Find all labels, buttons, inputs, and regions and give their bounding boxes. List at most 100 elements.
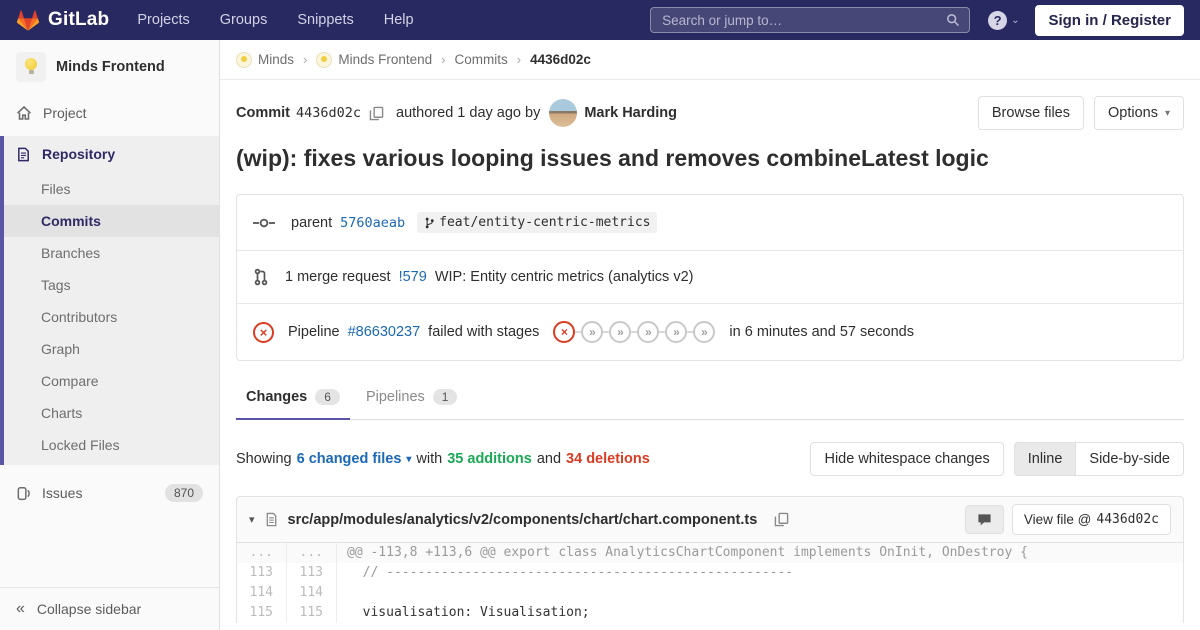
browse-files-button[interactable]: Browse files <box>977 96 1084 130</box>
pipeline-stage-skipped-icon[interactable]: » <box>581 321 604 343</box>
parent-label: parent <box>291 214 333 231</box>
branch-icon <box>424 216 435 230</box>
pipeline-stage-skipped-icon[interactable]: » <box>609 321 632 343</box>
tab-pipelines[interactable]: Pipelines 1 <box>356 387 468 420</box>
parent-sha-link[interactable]: 5760aeab <box>340 215 405 231</box>
diff-file-actions: View file @ 4436d02c <box>964 504 1171 535</box>
sidebar-item-branches[interactable]: Branches <box>4 237 219 269</box>
sidebar-item-project[interactable]: Project <box>0 96 219 130</box>
copy-sha-button[interactable] <box>367 104 386 123</box>
new-line-number[interactable]: 114 <box>287 583 337 603</box>
branch-badge[interactable]: feat/entity-centric-metrics <box>417 212 658 233</box>
help-dropdown[interactable]: ? ⌄ <box>988 10 1019 30</box>
sidebar-item-tags[interactable]: Tags <box>4 269 219 301</box>
pipeline-id-link[interactable]: #86630237 <box>348 324 421 340</box>
side-by-side-view-button[interactable]: Side-by-side <box>1075 442 1184 476</box>
chevron-down-icon: ▾ <box>406 453 412 465</box>
copy-icon <box>369 106 384 120</box>
search-box[interactable] <box>650 7 971 33</box>
code-text: visualisation: Visualisation; <box>347 605 590 620</box>
author-name[interactable]: Mark Harding <box>584 105 677 121</box>
sidebar-item-commits[interactable]: Commits <box>4 205 219 237</box>
hunk-header-text: @@ -113,8 +113,6 @@ export class Analyti… <box>347 545 1028 560</box>
diff-file-section: ▾ src/app/modules/analytics/v2/component… <box>236 496 1184 623</box>
old-line-number[interactable]: 114 <box>237 583 287 603</box>
commit-title: (wip): fixes various looping issues and … <box>236 145 989 171</box>
options-dropdown-button[interactable]: Options ▾ <box>1093 96 1184 130</box>
breadcrumb-separator: › <box>516 52 522 67</box>
view-file-button[interactable]: View file @ 4436d02c <box>1011 504 1171 535</box>
pipeline-duration: in 6 minutes and 57 seconds <box>729 324 914 340</box>
diff-line: 115 115 visualisation: Visualisation; <box>237 603 1183 623</box>
menu-projects[interactable]: Projects <box>137 12 189 28</box>
breadcrumb-minds[interactable]: Minds <box>236 51 295 68</box>
issues-count-badge: 870 <box>164 484 203 502</box>
parent-row: parent 5760aeab feat/entity-centric-metr… <box>237 195 1183 250</box>
breadcrumb-label: Commits <box>454 52 508 67</box>
sidebar-item-issues[interactable]: Issues 870 <box>0 471 219 515</box>
project-context-header[interactable]: Minds Frontend <box>0 40 219 96</box>
home-icon <box>16 105 32 121</box>
pipeline-stage-failed-icon[interactable]: × <box>553 321 576 343</box>
breadcrumb-separator: › <box>441 52 446 67</box>
sidebar-item-files[interactable]: Files <box>4 173 219 205</box>
merge-request-row: 1 merge request !579 WIP: Entity centric… <box>237 250 1183 303</box>
menu-help[interactable]: Help <box>384 12 414 28</box>
sidebar-item-locked-files[interactable]: Locked Files <box>4 429 219 461</box>
commit-sha: 4436d02c <box>295 105 362 121</box>
options-label: Options <box>1107 105 1158 121</box>
diff-file-path[interactable]: src/app/modules/analytics/v2/components/… <box>288 512 758 528</box>
sidebar-item-label: Issues <box>42 485 83 501</box>
sidebar-item-compare[interactable]: Compare <box>4 365 219 397</box>
mr-ref-link[interactable]: !579 <box>399 269 427 285</box>
old-line-number[interactable]: 113 <box>237 563 287 583</box>
authored-text: authored 1 day ago by <box>396 105 541 121</box>
commit-actions: Browse files Options ▾ <box>977 96 1184 130</box>
gitlab-logo[interactable]: GitLab <box>16 8 109 32</box>
inline-view-button[interactable]: Inline <box>1013 442 1076 476</box>
menu-groups[interactable]: Groups <box>220 12 268 28</box>
commit-tabs: Changes 6 Pipelines 1 <box>236 387 1184 420</box>
pipeline-mini-graph: × » » » » » <box>553 321 716 343</box>
collapse-file-caret-icon[interactable]: ▾ <box>249 513 255 526</box>
hide-whitespace-button[interactable]: Hide whitespace changes <box>810 442 1004 476</box>
file-icon <box>264 512 279 527</box>
chevron-down-icon: ▾ <box>1164 107 1170 119</box>
breadcrumb: Minds › Minds Frontend › Commits › 4436d… <box>220 40 1200 80</box>
tab-label: Changes <box>246 389 308 405</box>
author-avatar[interactable] <box>549 99 578 127</box>
issues-icon <box>16 486 31 501</box>
with-text: with <box>416 451 443 467</box>
copy-file-path-button[interactable] <box>772 510 791 529</box>
pipeline-stage-skipped-icon[interactable]: » <box>637 321 660 343</box>
sign-in-register-button[interactable]: Sign in / Register <box>1035 4 1184 36</box>
breadcrumb-minds-frontend[interactable]: Minds Frontend <box>316 51 433 68</box>
diff-stats: Showing 6 changed files ▾ with 35 additi… <box>236 451 650 467</box>
collapse-sidebar-button[interactable]: « Collapse sidebar <box>0 587 219 630</box>
changed-files-dropdown[interactable]: 6 changed files ▾ <box>297 451 412 467</box>
tab-label: Pipelines <box>365 389 425 405</box>
sidebar-item-charts[interactable]: Charts <box>4 397 219 429</box>
search-input[interactable] <box>660 11 947 29</box>
new-line-number[interactable]: 115 <box>287 603 337 623</box>
pipeline-stage-skipped-icon[interactable]: » <box>693 321 716 343</box>
tab-changes[interactable]: Changes 6 <box>236 387 350 420</box>
document-icon <box>16 147 31 162</box>
old-line-number[interactable]: 115 <box>237 603 287 623</box>
commit-label: Commit <box>236 105 290 121</box>
toggle-comments-button[interactable] <box>964 505 1004 534</box>
sidebar-item-contributors[interactable]: Contributors <box>4 301 219 333</box>
sidebar-item-repository[interactable]: Repository <box>4 136 219 173</box>
branch-name: feat/entity-centric-metrics <box>439 215 651 230</box>
new-line-number[interactable]: 113 <box>287 563 337 583</box>
menu-snippets[interactable]: Snippets <box>297 12 353 28</box>
pipeline-stage-skipped-icon[interactable]: » <box>665 321 688 343</box>
sidebar-item-graph[interactable]: Graph <box>4 333 219 365</box>
breadcrumb-commits[interactable]: Commits <box>455 52 508 67</box>
breadcrumb-commit-sha: 4436d02c <box>530 52 591 67</box>
breadcrumb-label: Minds Frontend <box>338 52 433 67</box>
pipeline-failed-status-icon[interactable]: × <box>253 321 274 343</box>
breadcrumb-label: Minds <box>258 52 295 67</box>
commit-page: Commit 4436d02c authored 1 day ago by Ma… <box>220 80 1200 623</box>
